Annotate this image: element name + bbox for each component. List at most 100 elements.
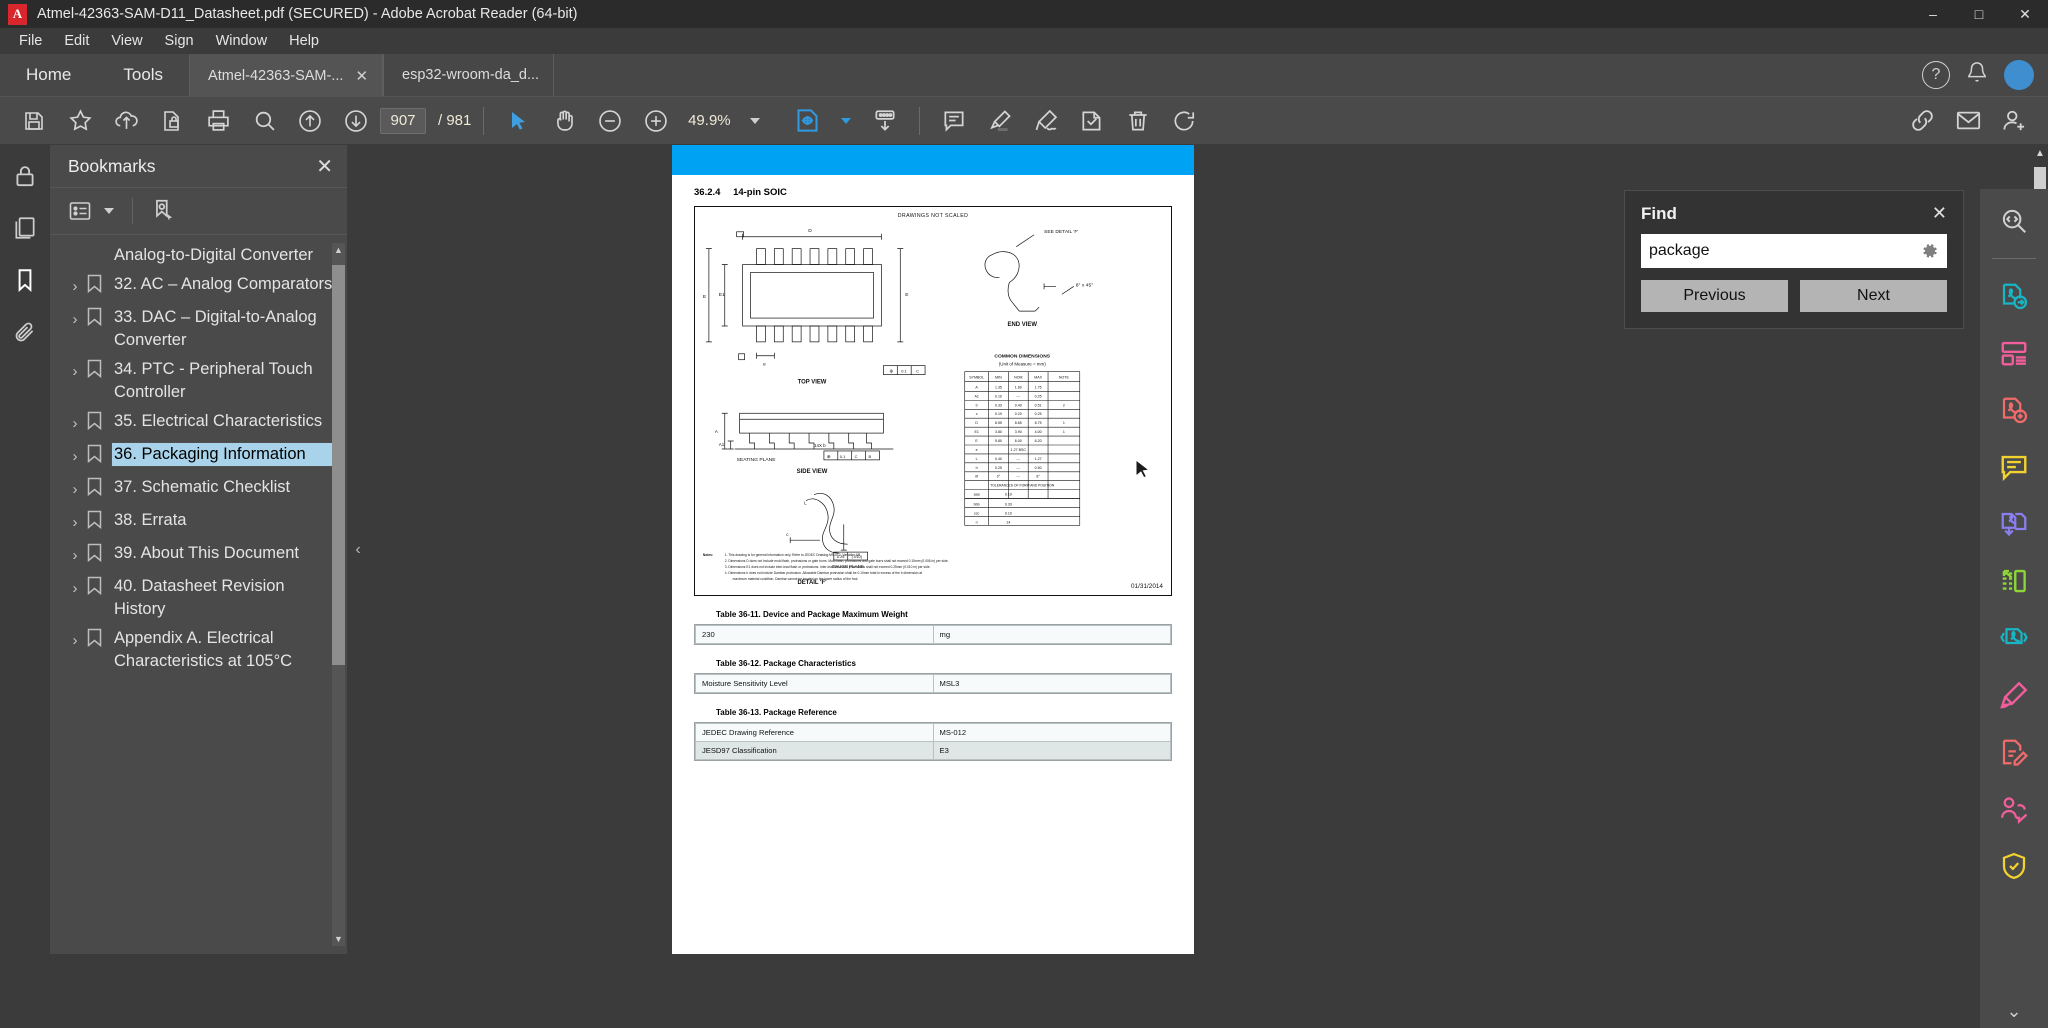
panel-collapse-grip[interactable]: ‹ — [347, 145, 369, 954]
email-icon[interactable] — [1946, 101, 1990, 141]
bookmark-label[interactable]: 33. DAC – Digital-to-Analog Converter — [112, 306, 337, 352]
list-item[interactable]: › 37. Schematic Checklist — [50, 473, 347, 506]
comment-bubble-icon[interactable] — [1992, 447, 2036, 487]
bookmark-label[interactable]: 35. Electrical Characteristics — [112, 410, 337, 433]
tab-esp32-datasheet[interactable]: esp32-wroom-da_d... — [383, 54, 555, 96]
chevron-down-icon[interactable]: ⌄ — [2006, 1001, 2021, 1022]
bookmark-options-caret-icon[interactable] — [104, 208, 114, 214]
chevron-right-icon[interactable]: › — [64, 575, 86, 600]
fit-dropdown-caret-icon[interactable] — [841, 117, 852, 124]
export-pdf-icon[interactable] — [1992, 276, 2036, 316]
list-item[interactable]: › Appendix A. Electrical Characteristics… — [50, 624, 347, 676]
bookmark-label[interactable]: 34. PTC - Peripheral Touch Controller — [112, 358, 337, 404]
bookmark-label[interactable]: 32. AC – Analog Comparators — [112, 273, 337, 296]
avatar[interactable] — [2004, 60, 2034, 90]
bookmarks-list[interactable]: Analog-to-Digital Converter › 32. AC – A… — [50, 235, 347, 954]
add-stamp-icon[interactable] — [1070, 101, 1114, 141]
next-page-icon[interactable] — [334, 101, 378, 141]
close-find-icon[interactable]: ✕ — [1932, 203, 1947, 224]
menu-help[interactable]: Help — [278, 30, 330, 52]
menu-window[interactable]: Window — [205, 30, 279, 52]
edit-pdf-icon[interactable] — [1992, 732, 2036, 772]
list-item[interactable]: Analog-to-Digital Converter — [50, 241, 347, 270]
chevron-right-icon[interactable]: › — [64, 443, 86, 468]
lock-icon[interactable] — [8, 159, 42, 193]
find-next-button[interactable]: Next — [1800, 280, 1947, 312]
fit-page-icon[interactable] — [785, 101, 829, 141]
list-item[interactable]: › 40. Datasheet Revision History — [50, 572, 347, 624]
bookmarks-scrollbar[interactable]: ▲ ▼ — [332, 243, 345, 946]
zoom-in-icon[interactable] — [634, 101, 678, 141]
list-item[interactable]: › 32. AC – Analog Comparators — [50, 270, 347, 303]
save-icon[interactable] — [12, 101, 56, 141]
rotate-icon[interactable] — [1162, 101, 1206, 141]
chevron-right-icon[interactable]: › — [64, 627, 86, 652]
bookmark-label[interactable]: 38. Errata — [112, 509, 337, 532]
menu-view[interactable]: View — [100, 30, 153, 52]
crop-pages-icon[interactable] — [1992, 561, 2036, 601]
print-icon[interactable] — [196, 101, 240, 141]
protect-pdf-icon[interactable] — [1992, 846, 2036, 886]
menu-file[interactable]: File — [8, 30, 53, 52]
list-item[interactable]: › 35. Electrical Characteristics — [50, 407, 347, 440]
fill-and-sign-icon[interactable] — [1992, 675, 2036, 715]
attachment-icon[interactable] — [8, 315, 42, 349]
bookmark-label[interactable]: 36. Packaging Information — [111, 442, 338, 467]
document-security-icon[interactable] — [150, 101, 194, 141]
sidebar-item-packaging-information[interactable]: › 36. Packaging Information — [50, 440, 347, 473]
menu-edit[interactable]: Edit — [53, 30, 100, 52]
chevron-right-icon[interactable]: › — [64, 509, 86, 534]
chevron-right-icon[interactable]: › — [64, 410, 86, 435]
bookmark-label[interactable]: Appendix A. Electrical Characteristics a… — [112, 627, 337, 673]
page-number-input[interactable]: 907 — [380, 107, 426, 134]
scroll-down-arrow-icon[interactable]: ▼ — [332, 932, 345, 946]
delete-icon[interactable] — [1116, 101, 1160, 141]
list-item[interactable]: › 33. DAC – Digital-to-Analog Converter — [50, 303, 347, 355]
add-person-icon[interactable] — [1992, 101, 2036, 141]
rail-more-button[interactable]: ⌄ — [1980, 1001, 2048, 1022]
tab-atmel-datasheet[interactable]: Atmel-42363-SAM-... ✕ — [189, 54, 384, 96]
close-window-button[interactable]: ✕ — [2002, 0, 2048, 28]
home-button[interactable]: Home — [0, 54, 97, 96]
bookmark-label[interactable]: 40. Datasheet Revision History — [112, 575, 337, 621]
hand-tool-icon[interactable] — [542, 101, 586, 141]
help-icon[interactable]: ? — [1922, 61, 1950, 89]
list-item[interactable]: › 39. About This Document — [50, 539, 347, 572]
menu-sign[interactable]: Sign — [154, 30, 205, 52]
add-comment-icon[interactable] — [932, 101, 976, 141]
chevron-right-icon[interactable]: › — [64, 476, 86, 501]
zoom-dropdown-caret-icon[interactable] — [750, 117, 761, 124]
find-previous-button[interactable]: Previous — [1641, 280, 1788, 312]
upload-to-cloud-icon[interactable] — [104, 101, 148, 141]
search-icon[interactable] — [242, 101, 286, 141]
chevron-right-icon[interactable]: › — [64, 306, 86, 331]
previous-page-icon[interactable] — [288, 101, 332, 141]
organize-pages-icon[interactable] — [1992, 333, 2036, 373]
select-cursor-icon[interactable] — [496, 101, 540, 141]
request-signatures-icon[interactable] — [1992, 789, 2036, 829]
find-input[interactable] — [1641, 234, 1947, 268]
minimize-button[interactable]: – — [1910, 0, 1956, 28]
combine-files-icon[interactable] — [1992, 504, 2036, 544]
tools-button[interactable]: Tools — [97, 54, 189, 96]
add-to-favorites-icon[interactable] — [58, 101, 102, 141]
bookmark-icon[interactable] — [8, 263, 42, 297]
maximize-button[interactable]: □ — [1956, 0, 2002, 28]
bookmark-label[interactable]: 37. Schematic Checklist — [112, 476, 337, 499]
bookmark-label[interactable]: 39. About This Document — [112, 542, 337, 565]
bell-icon[interactable] — [1966, 61, 1988, 89]
new-bookmark-icon[interactable] — [151, 198, 177, 224]
list-item[interactable]: › 38. Errata — [50, 506, 347, 539]
gear-icon[interactable] — [1921, 242, 1939, 265]
compress-pdf-icon[interactable] — [1992, 618, 2036, 658]
chevron-right-icon[interactable]: › — [64, 542, 86, 567]
draw-freehand-icon[interactable] — [1024, 101, 1068, 141]
scrollbar-thumb[interactable] — [332, 265, 345, 665]
zoom-out-icon[interactable] — [588, 101, 632, 141]
highlight-text-icon[interactable] — [978, 101, 1022, 141]
page-scrolling-icon[interactable] — [863, 101, 907, 141]
share-link-icon[interactable] — [1900, 101, 1944, 141]
chevron-right-icon[interactable]: › — [64, 358, 86, 383]
pages-icon[interactable] — [8, 211, 42, 245]
close-bookmarks-icon[interactable]: ✕ — [316, 154, 333, 179]
